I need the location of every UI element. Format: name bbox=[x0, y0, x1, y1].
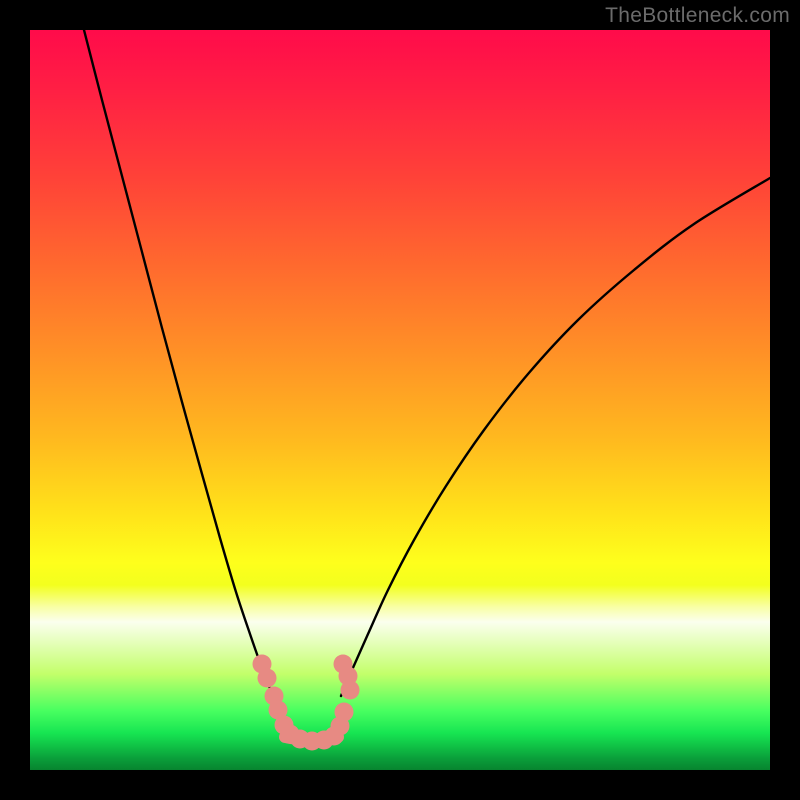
right-curve bbox=[341, 178, 770, 696]
marker-dot bbox=[335, 703, 354, 722]
plot-area bbox=[30, 30, 770, 770]
marker-blobs bbox=[253, 655, 360, 751]
marker-dot bbox=[258, 669, 277, 688]
chart-frame: TheBottleneck.com bbox=[0, 0, 800, 800]
marker-dot bbox=[334, 655, 353, 674]
curve-layer bbox=[30, 30, 770, 770]
left-curve bbox=[84, 30, 273, 696]
watermark-text: TheBottleneck.com bbox=[605, 4, 790, 28]
